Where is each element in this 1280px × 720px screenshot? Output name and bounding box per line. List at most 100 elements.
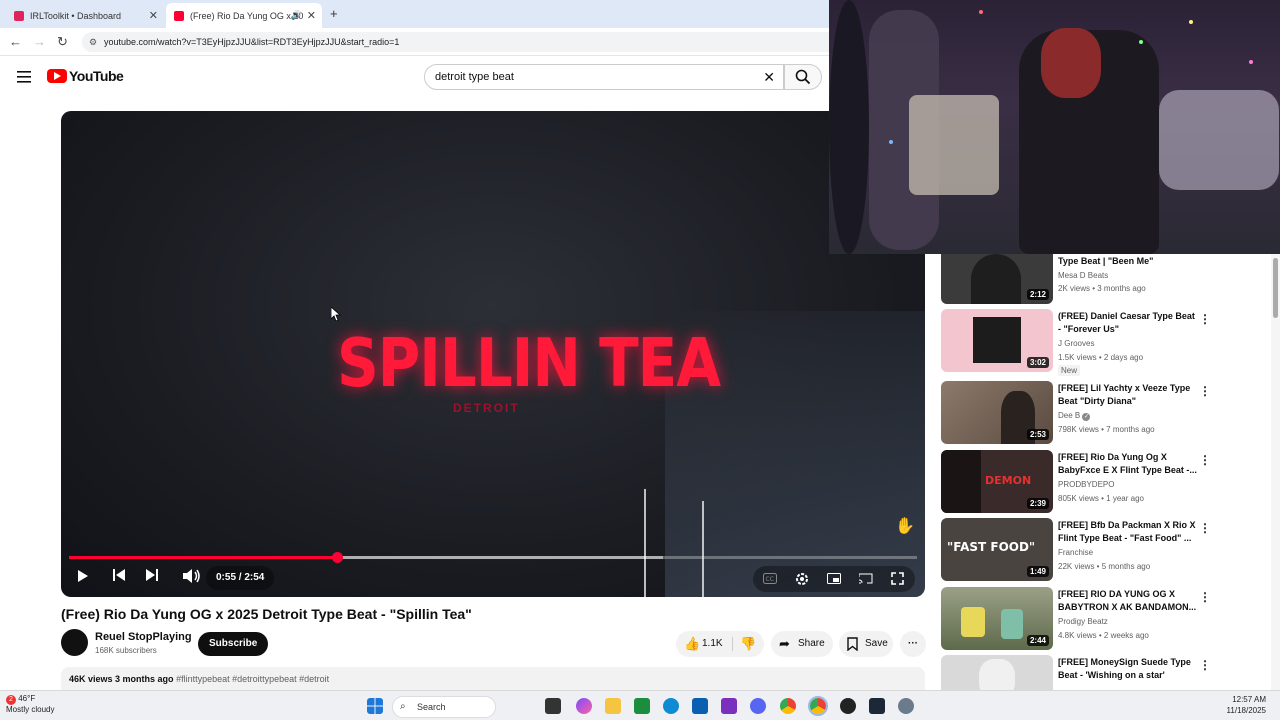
rec-thumbnail[interactable]: "FAST FOOD" 1:49 (941, 518, 1053, 581)
search-input[interactable]: detroit type beat ✕ (424, 64, 784, 90)
weather-widget[interactable]: 2 46°F Mostly cloudy (6, 694, 54, 715)
file-explorer-icon[interactable] (605, 698, 621, 714)
tab-label: (Free) Rio Da Yung OG x 20 (190, 10, 304, 21)
app-icon[interactable] (721, 698, 737, 714)
volume-icon[interactable] (183, 569, 201, 583)
site-info-icon[interactable]: ⚙ (89, 32, 97, 52)
youtube-header: YouTube detroit type beat ✕ (0, 56, 830, 100)
tab-irltoolkit[interactable]: IRLToolkit • Dashboard ✕ (6, 3, 164, 28)
settings-gear-icon[interactable] (795, 572, 809, 586)
thumb-figure (979, 659, 1015, 690)
rec-title[interactable]: [FREE] Rio Da Yung Og X BabyFxce E X Fli… (1058, 451, 1198, 477)
scrollbar-thumb[interactable] (1273, 258, 1278, 318)
subscribe-button[interactable]: Subscribe (198, 632, 269, 656)
cast-icon[interactable] (859, 573, 873, 584)
rec-title[interactable]: [FREE] Lil Yachty x Veeze Type Beat "Dir… (1058, 382, 1198, 408)
save-label: Save (865, 638, 888, 649)
system-clock[interactable]: 12:57 AM 11/18/2025 (1227, 694, 1266, 716)
recommendation-item[interactable]: 2:44 [FREE] RIO DA YUNG OG X BABYTRON X … (941, 587, 1261, 651)
tab-youtube-video[interactable]: (Free) Rio Da Yung OG x 20 🔊 ✕ (166, 3, 322, 28)
windows-start-icon[interactable] (367, 698, 383, 714)
rec-title[interactable]: Type Beat | "Been Me" (1058, 255, 1198, 268)
speaker-icon[interactable]: 🔊 (291, 10, 302, 21)
chrome-active-icon[interactable] (808, 696, 828, 716)
recommendation-item[interactable]: "FAST FOOD" 1:49 [FREE] Bfb Da Packman X… (941, 518, 1261, 582)
xbox-icon[interactable] (634, 698, 650, 714)
close-tab-icon[interactable]: ✕ (149, 9, 158, 22)
recommendation-item[interactable]: DEMON 2:39 [FREE] Rio Da Yung Og X BabyF… (941, 450, 1261, 514)
close-tab-icon[interactable]: ✕ (307, 9, 316, 22)
steam-icon[interactable] (869, 698, 885, 714)
next-icon[interactable] (146, 569, 158, 581)
rec-title[interactable]: (FREE) Daniel Caesar Type Beat - "Foreve… (1058, 310, 1198, 336)
like-count[interactable]: 1.1K (702, 631, 723, 657)
page-scrollbar[interactable] (1271, 254, 1280, 690)
thumb-photo (973, 317, 1021, 363)
kebab-menu-icon[interactable]: ⋮ (1199, 453, 1211, 467)
url-field[interactable]: ⚙ youtube.com/watch?v=T3EyHjpzJJU&list=R… (82, 32, 842, 52)
share-button[interactable]: ➦ Share (771, 631, 833, 657)
notification-badge: 2 (6, 695, 16, 705)
string-light (979, 10, 983, 14)
taskbar-search[interactable]: ⌕ Search (392, 696, 496, 718)
youtube-logo[interactable]: YouTube (47, 68, 124, 84)
recommendation-item[interactable]: 2:12 Type Beat | "Been Me" Mesa D Beats … (941, 254, 1261, 304)
rec-channel[interactable]: PRODBYDEPO (1058, 480, 1114, 489)
channel-avatar[interactable] (61, 629, 88, 656)
settings-icon[interactable] (898, 698, 914, 714)
progress-bar[interactable] (69, 552, 917, 563)
recommendation-item[interactable]: 3:02 (FREE) Daniel Caesar Type Beat - "F… (941, 309, 1261, 376)
menu-icon[interactable] (17, 71, 31, 83)
save-button[interactable]: Save (839, 631, 893, 657)
rec-thumbnail[interactable]: DEMON 2:39 (941, 450, 1053, 513)
rec-thumbnail[interactable]: 3:02 (941, 309, 1053, 372)
recommendation-item[interactable]: [FREE] MoneySign Suede Type Beat - 'Wish… (941, 655, 1261, 690)
kebab-menu-icon[interactable]: ⋮ (1199, 658, 1211, 672)
back-arrow-icon[interactable]: ← (9, 34, 22, 49)
video-player[interactable]: SPILLIN TEA DETROIT ✋ 0:55 / 2:54 CC (61, 111, 925, 597)
obs-icon[interactable] (840, 698, 856, 714)
chrome-icon[interactable] (780, 698, 796, 714)
rec-title[interactable]: [FREE] RIO DA YUNG OG X BABYTRON X AK BA… (1058, 588, 1198, 614)
discord-icon[interactable] (750, 698, 766, 714)
view-count: 46K views (69, 674, 113, 684)
rec-title[interactable]: [FREE] MoneySign Suede Type Beat - 'Wish… (1058, 656, 1198, 682)
more-actions-icon[interactable]: ··· (900, 631, 926, 657)
rec-thumbnail[interactable]: 2:44 (941, 587, 1053, 650)
rec-channel[interactable]: Mesa D Beats (1058, 271, 1108, 280)
task-view-icon[interactable] (545, 698, 561, 714)
rec-title[interactable]: [FREE] Bfb Da Packman X Rio X Flint Type… (1058, 519, 1198, 545)
search-button[interactable] (784, 64, 822, 90)
scrubber-handle[interactable] (331, 552, 343, 563)
recommendation-item[interactable]: 2:53 [FREE] Lil Yachty x Veeze Type Beat… (941, 381, 1261, 445)
rec-channel[interactable]: J Grooves (1058, 339, 1094, 348)
thumbs-down-icon[interactable]: 👎 (740, 631, 756, 657)
kebab-menu-icon[interactable]: ⋮ (1199, 384, 1211, 398)
copilot-icon[interactable] (576, 698, 592, 714)
miniplayer-icon[interactable] (827, 573, 841, 584)
previous-icon[interactable] (113, 569, 125, 581)
edge-icon[interactable] (663, 698, 679, 714)
clock-date: 11/18/2025 (1226, 706, 1266, 715)
rec-meta: 2K views • 3 months ago (1058, 284, 1146, 293)
store-icon[interactable] (692, 698, 708, 714)
kebab-menu-icon[interactable]: ⋮ (1199, 312, 1211, 326)
rec-channel[interactable]: Dee B ✓ (1058, 411, 1091, 421)
kebab-menu-icon[interactable]: ⋮ (1199, 521, 1211, 535)
fullscreen-icon[interactable] (891, 572, 904, 585)
hashtags[interactable]: #flinttypebeat #detroittypebeat #detroit (176, 674, 329, 684)
captions-icon[interactable]: CC (763, 573, 777, 584)
rec-channel[interactable]: Franchise (1058, 548, 1093, 557)
rec-thumbnail[interactable]: 2:53 (941, 381, 1053, 444)
rec-channel[interactable]: Prodigy Beatz (1058, 617, 1108, 626)
thumbs-up-icon[interactable]: 👍 (684, 631, 700, 657)
channel-name[interactable]: Reuel StopPlaying (95, 631, 192, 643)
rec-thumbnail[interactable] (941, 655, 1053, 690)
play-icon[interactable] (77, 569, 89, 583)
reload-icon[interactable]: ↻ (57, 34, 68, 50)
clear-search-icon[interactable]: ✕ (763, 65, 775, 89)
rec-thumbnail[interactable]: 2:12 (941, 254, 1053, 304)
new-tab-button[interactable]: + (330, 6, 338, 21)
kebab-menu-icon[interactable]: ⋮ (1199, 590, 1211, 604)
forward-arrow-icon[interactable]: → (33, 34, 46, 49)
